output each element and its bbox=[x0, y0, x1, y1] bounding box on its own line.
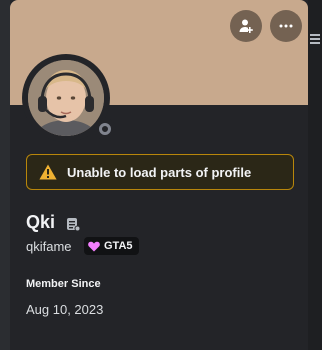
warning-text: Unable to load parts of profile bbox=[67, 164, 252, 180]
username[interactable]: qkifame bbox=[26, 239, 72, 254]
add-friend-icon bbox=[239, 19, 253, 33]
add-friend-button[interactable] bbox=[230, 10, 262, 42]
member-since-date: Aug 10, 2023 bbox=[26, 302, 104, 317]
heart-icon bbox=[88, 241, 100, 251]
background-panel-right bbox=[308, 0, 322, 350]
guild-tag-text: GTA5 bbox=[104, 240, 133, 252]
offline-status-icon bbox=[99, 123, 111, 135]
hamburger-icon[interactable] bbox=[310, 34, 320, 36]
display-name[interactable]: Qki bbox=[26, 212, 55, 233]
avatar-frame bbox=[22, 54, 116, 142]
note-badge-icon[interactable] bbox=[66, 217, 80, 231]
profile-popout: Unable to load parts of profile Qki qkif… bbox=[10, 0, 308, 350]
avatar[interactable] bbox=[28, 60, 104, 136]
member-since-heading: Member Since bbox=[26, 278, 101, 290]
app-window: Unable to load parts of profile Qki qkif… bbox=[0, 0, 322, 350]
status-indicator bbox=[94, 118, 116, 140]
avatar-image bbox=[28, 60, 104, 136]
profile-load-warning: Unable to load parts of profile bbox=[26, 154, 294, 190]
guild-tag-badge[interactable]: GTA5 bbox=[84, 237, 139, 255]
more-options-icon bbox=[279, 24, 293, 28]
background-panel-left bbox=[0, 0, 10, 350]
warning-icon bbox=[39, 164, 57, 180]
more-options-button[interactable] bbox=[270, 10, 302, 42]
